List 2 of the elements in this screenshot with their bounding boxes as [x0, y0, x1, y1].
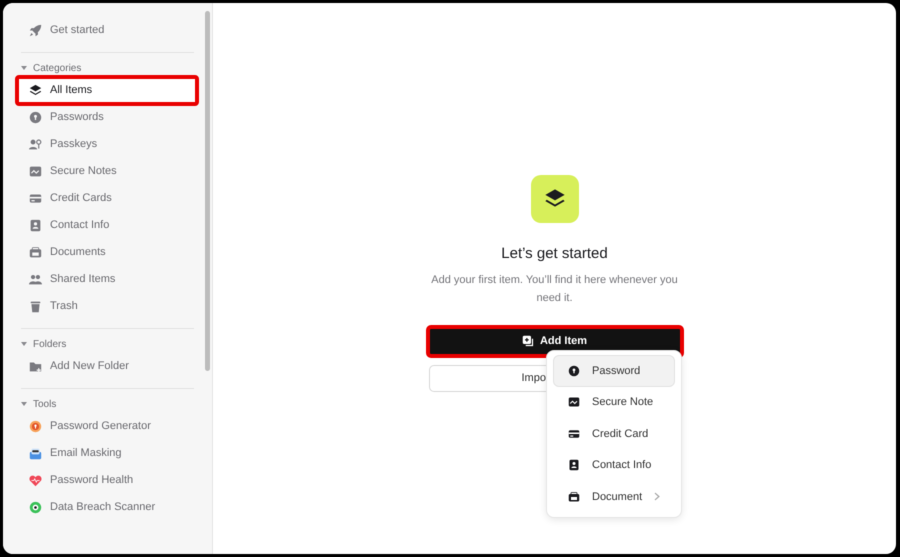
empty-state-description: Add your first item. You’ll find it here whenever you need it.	[430, 272, 679, 306]
empty-state-title: Let’s get started	[501, 244, 608, 264]
